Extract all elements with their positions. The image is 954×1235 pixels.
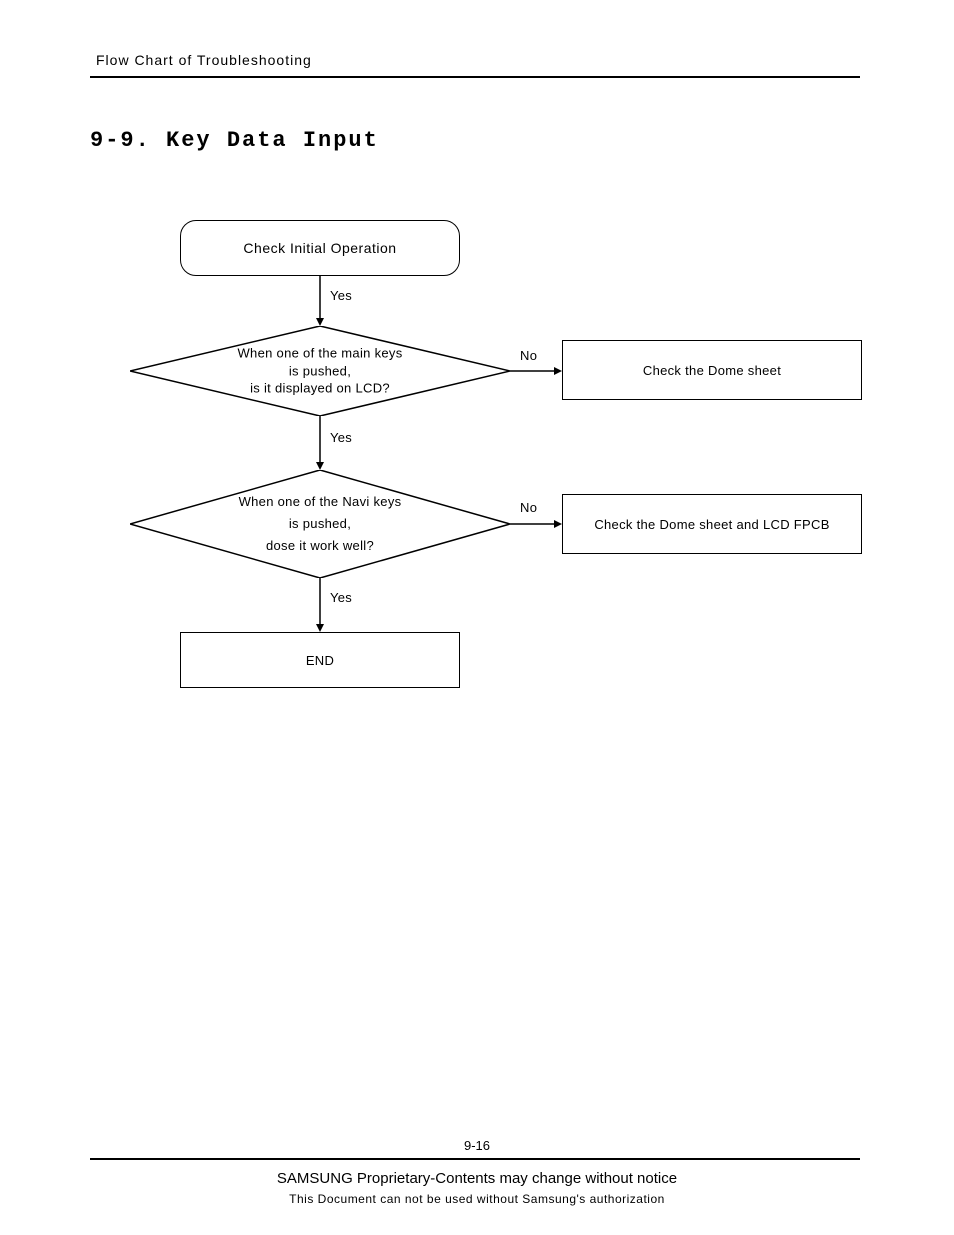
page-number: 9-16 — [0, 1138, 954, 1153]
header-rule — [90, 76, 860, 78]
flow-decision-1: When one of the main keys is pushed, is … — [130, 326, 510, 416]
footer-line-1: SAMSUNG Proprietary-Contents may change … — [0, 1170, 954, 1187]
section-title: 9-9. Key Data Input — [90, 128, 379, 153]
header-chapter: Flow Chart of Troubleshooting — [96, 52, 312, 68]
conn-d1-d2 — [314, 416, 326, 470]
label-yes-2: Yes — [330, 430, 352, 445]
flow-action-2: Check the Dome sheet and LCD FPCB — [562, 494, 862, 554]
flow-action-1: Check the Dome sheet — [562, 340, 862, 400]
flow-action-1-label: Check the Dome sheet — [643, 363, 781, 378]
conn-start-d1 — [314, 276, 326, 326]
label-yes-3: Yes — [330, 590, 352, 605]
flow-start-label: Check Initial Operation — [243, 240, 396, 256]
flow-decision-2: When one of the Navi keys is pushed, dos… — [130, 470, 510, 578]
flow-end: END — [180, 632, 460, 688]
flowchart: Check Initial Operation Yes When one of … — [130, 200, 870, 720]
page: Flow Chart of Troubleshooting 9-9. Key D… — [0, 0, 954, 1235]
conn-d2-a2 — [510, 516, 562, 532]
label-yes-1: Yes — [330, 288, 352, 303]
flow-start: Check Initial Operation — [180, 220, 460, 276]
label-no-1: No — [520, 348, 537, 363]
flow-decision-1-text: When one of the main keys is pushed, is … — [130, 345, 510, 398]
conn-d2-end — [314, 578, 326, 632]
footer-line-2: This Document can not be used without Sa… — [0, 1192, 954, 1206]
label-no-2: No — [520, 500, 537, 515]
flow-action-2-label: Check the Dome sheet and LCD FPCB — [594, 517, 829, 532]
conn-d1-a1 — [510, 363, 562, 379]
footer-rule — [90, 1158, 860, 1160]
flow-decision-2-text: When one of the Navi keys is pushed, dos… — [130, 491, 510, 557]
flow-end-label: END — [306, 653, 334, 668]
